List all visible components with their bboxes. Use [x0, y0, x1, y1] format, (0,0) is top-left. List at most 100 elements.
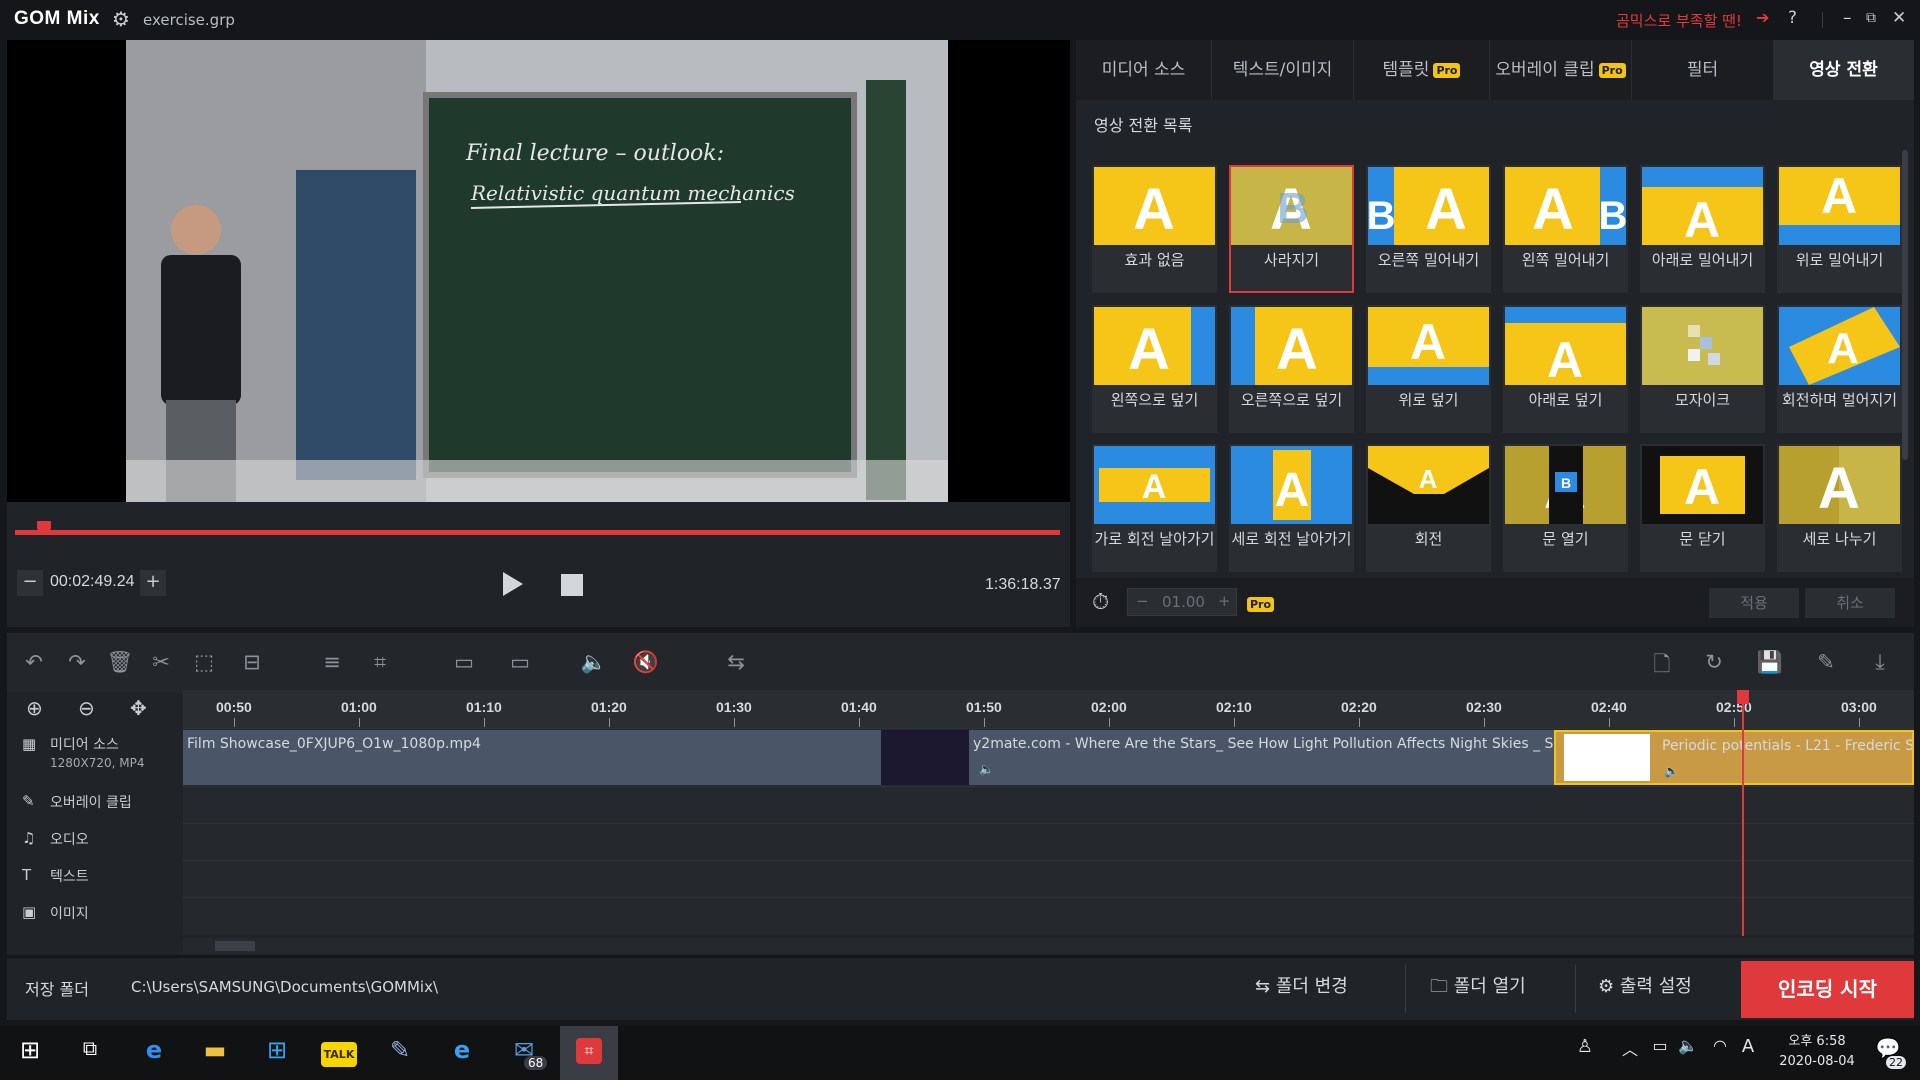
- door-open-icon: AB: [1505, 446, 1626, 524]
- image-right-icon[interactable]: ▭: [500, 650, 540, 674]
- apply-button[interactable]: 적용: [1709, 588, 1799, 618]
- cancel-button[interactable]: 취소: [1805, 588, 1895, 618]
- open-folder-button[interactable]: 🗀 폴더 열기: [1430, 972, 1526, 1004]
- tab-media-source[interactable]: 미디어 소스: [1076, 40, 1212, 100]
- play-icon[interactable]: [503, 572, 523, 596]
- transition-tile-push-down[interactable]: A 아래로 밀어내기: [1640, 165, 1765, 293]
- transition-tile-rotate-away[interactable]: A 회전하며 멀어지기: [1777, 305, 1902, 433]
- image-track-lane[interactable]: [183, 897, 1914, 935]
- timecode-plus-button[interactable]: +: [140, 570, 166, 596]
- transition-tile-split[interactable]: A 세로 나누기: [1777, 444, 1902, 572]
- ruler-tick-label: 01:10: [466, 699, 502, 715]
- promo-arrow-icon[interactable]: ➔: [1756, 8, 1769, 27]
- promo-link[interactable]: 곰믹스로 부족할 땐!: [1616, 10, 1742, 31]
- media-clip[interactable]: y2mate.com - Where Are the Stars_ See Ho…: [969, 730, 1554, 785]
- transition-tile-none[interactable]: A 효과 없음: [1092, 165, 1217, 293]
- change-folder-button[interactable]: ⇆ 폴더 변경: [1255, 972, 1348, 998]
- save-project-icon[interactable]: 💾: [1756, 650, 1784, 675]
- reload-icon[interactable]: ↻: [1700, 650, 1728, 674]
- transition-tile-fade[interactable]: A B 사라지기: [1229, 165, 1354, 293]
- zoom-in-icon[interactable]: ⊕: [26, 696, 43, 720]
- duration-minus-icon[interactable]: −: [1136, 592, 1149, 610]
- transition-tile-cover-right[interactable]: A 오른쪽으로 덮기: [1229, 305, 1354, 433]
- delete-icon[interactable]: 🗑: [106, 650, 134, 675]
- fit-icon[interactable]: ✥: [130, 696, 147, 720]
- transition-tile-push-right[interactable]: B A 오른쪽 밀어내기: [1366, 165, 1491, 293]
- new-project-icon[interactable]: 🗋: [1648, 650, 1676, 685]
- help-button[interactable]: ?: [1788, 8, 1797, 28]
- export-icon[interactable]: ⤓: [1866, 650, 1894, 675]
- seek-bar[interactable]: [15, 530, 1060, 535]
- svg-text:A: A: [1275, 464, 1310, 517]
- playhead-handle[interactable]: [1737, 690, 1749, 704]
- crop-icon[interactable]: ⌗: [366, 650, 394, 675]
- adjust-icon[interactable]: ≡: [318, 650, 346, 674]
- transition-list-scrollbar[interactable]: [1902, 150, 1908, 460]
- media-clip-selected[interactable]: Periodic potentials - L21 - Frederic Sch…: [1554, 730, 1914, 785]
- transition-duration-field[interactable]: − 01.00 +: [1127, 588, 1237, 616]
- split-clip-icon[interactable]: ⊟: [238, 650, 266, 674]
- transition-tile-door-close[interactable]: A 문 닫기: [1640, 444, 1765, 572]
- rotate-away-icon: A: [1779, 307, 1900, 385]
- transition-tile-mosaic[interactable]: 모자이크: [1640, 305, 1765, 433]
- playhead[interactable]: [1742, 690, 1744, 936]
- transition-tile-rotate[interactable]: A 회전: [1366, 444, 1491, 572]
- tab-filter[interactable]: 필터: [1632, 40, 1774, 100]
- select-region-icon[interactable]: ⬚: [190, 650, 218, 674]
- change-folder-label: 폴더 변경: [1275, 976, 1348, 997]
- edge-icon[interactable]: e: [134, 1036, 174, 1064]
- zoom-out-icon[interactable]: ⊖: [78, 696, 95, 720]
- tab-text-image[interactable]: 텍스트/이미지: [1212, 40, 1354, 100]
- windows-start-icon[interactable]: ⊞: [10, 1036, 50, 1064]
- transition-tile-h-flip[interactable]: A 가로 회전 날아가기: [1092, 444, 1217, 572]
- hscroll-thumb[interactable]: [215, 941, 255, 951]
- transition-label: 오른쪽으로 덮기: [1240, 391, 1343, 409]
- start-encoding-button[interactable]: 인코딩 시작: [1741, 961, 1914, 1018]
- timeline-hscroll[interactable]: [183, 938, 1914, 954]
- output-settings-button[interactable]: ⚙ 출력 설정: [1598, 972, 1692, 998]
- media-clip[interactable]: Film Showcase_0FXJUP6_O1w_1080p.mp4: [183, 730, 881, 785]
- audio-track-lane[interactable]: [183, 823, 1914, 860]
- transition-label: 왼쪽 밀어내기: [1521, 251, 1610, 269]
- paint-icon[interactable]: ✎: [380, 1036, 420, 1064]
- transition-tile-cover-down[interactable]: A 아래로 덮기: [1503, 305, 1628, 433]
- tab-template[interactable]: 템플릿 Pro: [1354, 40, 1490, 100]
- close-button[interactable]: ✕: [1892, 8, 1906, 28]
- system-clock[interactable]: 오후 6:58 2020-08-04: [1762, 1032, 1872, 1072]
- stop-icon[interactable]: [561, 574, 583, 596]
- kakaotalk-icon[interactable]: TALK: [319, 1036, 359, 1067]
- transition-tile-cover-up[interactable]: A 위로 덮기: [1366, 305, 1491, 433]
- swap-clip-icon[interactable]: ⇆: [716, 650, 756, 674]
- settings-gear-icon[interactable]: ⚙: [112, 7, 130, 31]
- redo-icon[interactable]: ↷: [63, 650, 91, 674]
- transition-tile-push-left[interactable]: B A 왼쪽 밀어내기: [1503, 165, 1628, 293]
- restore-button[interactable]: ⧉: [1866, 10, 1876, 26]
- transition-tile-cover-left[interactable]: A 왼쪽으로 덮기: [1092, 305, 1217, 433]
- tab-transition[interactable]: 영상 전환: [1774, 40, 1914, 100]
- mail-badge: 68: [524, 1056, 548, 1070]
- timeline-ruler[interactable]: [183, 690, 1914, 728]
- timer-icon: ⏱: [1092, 590, 1110, 615]
- transition-tile-push-up[interactable]: A 위로 밀어내기: [1777, 165, 1902, 293]
- internet-explorer-icon[interactable]: e: [442, 1036, 482, 1064]
- image-left-icon[interactable]: ▭: [444, 650, 484, 674]
- file-explorer-icon[interactable]: ▬: [195, 1036, 235, 1064]
- save-as-icon[interactable]: ✎: [1812, 650, 1840, 674]
- timecode-minus-button[interactable]: −: [17, 570, 43, 596]
- overlay-track-lane[interactable]: [183, 786, 1914, 823]
- duration-plus-icon[interactable]: +: [1218, 592, 1231, 610]
- cut-icon[interactable]: ✂: [147, 650, 175, 674]
- people-icon[interactable]: ♙: [1565, 1036, 1605, 1057]
- tab-overlay-clip[interactable]: 오버레이 클립 Pro: [1490, 40, 1632, 100]
- transition-tile-door-open[interactable]: AB 문 열기: [1503, 444, 1628, 572]
- task-view-icon[interactable]: ⧉: [70, 1036, 110, 1060]
- text-track-lane[interactable]: [183, 860, 1914, 897]
- store-icon[interactable]: ⊞: [257, 1036, 297, 1064]
- undo-icon[interactable]: ↶: [20, 650, 48, 674]
- transition-tile-v-flip[interactable]: A 세로 회전 날아가기: [1229, 444, 1354, 572]
- volume-icon[interactable]: 🔈: [580, 650, 608, 675]
- minimize-button[interactable]: –: [1843, 8, 1852, 28]
- gommix-task-button[interactable]: ⌗: [560, 1026, 618, 1080]
- ruler-tick: [984, 718, 985, 727]
- mute-icon[interactable]: 🔇: [632, 650, 660, 675]
